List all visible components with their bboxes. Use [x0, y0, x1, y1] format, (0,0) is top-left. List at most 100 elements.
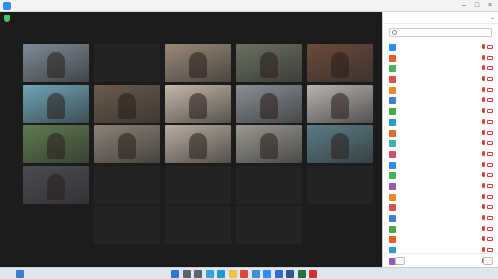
video-tile[interactable]: [94, 125, 160, 163]
participant-row[interactable]: [383, 95, 498, 106]
excel-icon[interactable]: [297, 270, 306, 278]
mic-muted-icon[interactable]: [482, 86, 485, 92]
chrome-icon[interactable]: [240, 270, 248, 278]
mic-muted-icon[interactable]: [482, 118, 485, 124]
video-tile[interactable]: [23, 84, 89, 123]
weather-widget-icon[interactable]: [16, 270, 24, 278]
video-off-icon[interactable]: [487, 194, 493, 199]
video-off-icon[interactable]: [487, 162, 493, 167]
edge-icon[interactable]: [217, 270, 225, 278]
invite-button[interactable]: [395, 257, 405, 265]
video-off-icon[interactable]: [487, 130, 493, 135]
video-off-icon[interactable]: [487, 45, 493, 49]
video-off-icon[interactable]: [487, 216, 493, 220]
shield-icon[interactable]: [4, 15, 10, 22]
participant-row[interactable]: [383, 234, 498, 245]
video-off-icon[interactable]: [487, 248, 493, 253]
video-tile[interactable]: [23, 125, 89, 163]
mic-muted-icon[interactable]: [482, 150, 485, 156]
maximize-icon[interactable]: □: [471, 1, 483, 11]
video-tile[interactable]: [236, 165, 302, 204]
mic-muted-icon[interactable]: [482, 247, 485, 253]
participant-row[interactable]: [383, 160, 498, 171]
store-icon[interactable]: [251, 270, 260, 278]
participant-row[interactable]: [383, 224, 498, 235]
video-off-icon[interactable]: [487, 141, 493, 146]
mail-icon[interactable]: [274, 270, 283, 278]
word-icon[interactable]: [286, 270, 294, 278]
close-icon[interactable]: ×: [484, 1, 496, 11]
video-off-icon[interactable]: [487, 66, 493, 71]
participant-row[interactable]: [383, 128, 498, 139]
mic-muted-icon[interactable]: [482, 172, 485, 178]
video-off-icon[interactable]: [487, 151, 493, 156]
video-tile[interactable]: [165, 44, 231, 82]
participant-row[interactable]: [383, 117, 498, 128]
video-tile[interactable]: [236, 44, 302, 82]
video-tile[interactable]: [236, 206, 302, 244]
mic-muted-icon[interactable]: [482, 225, 485, 231]
zoom-icon[interactable]: [263, 270, 271, 278]
mic-muted-icon[interactable]: [482, 129, 485, 135]
mute-all-button[interactable]: [483, 257, 493, 265]
participant-row[interactable]: [383, 106, 498, 117]
mic-muted-icon[interactable]: [482, 236, 485, 242]
video-off-icon[interactable]: [487, 237, 493, 242]
mic-muted-icon[interactable]: [482, 44, 485, 49]
mic-muted-icon[interactable]: [482, 215, 485, 220]
mic-muted-icon[interactable]: [482, 76, 485, 82]
participant-row[interactable]: [383, 42, 498, 53]
video-tile[interactable]: [236, 125, 302, 163]
video-tile[interactable]: [94, 165, 160, 204]
video-tile[interactable]: [23, 44, 89, 82]
video-tile[interactable]: [165, 125, 231, 163]
minimize-icon[interactable]: –: [458, 1, 470, 11]
video-tile[interactable]: [94, 44, 160, 82]
search-input[interactable]: [399, 29, 489, 36]
participant-row[interactable]: [383, 74, 498, 85]
participant-row[interactable]: [383, 85, 498, 96]
video-off-icon[interactable]: [487, 109, 493, 114]
participant-row[interactable]: [383, 202, 498, 213]
participant-row[interactable]: [383, 63, 498, 74]
video-tile[interactable]: [94, 206, 160, 244]
video-tile[interactable]: [165, 165, 231, 204]
video-off-icon[interactable]: [487, 87, 493, 92]
video-tile[interactable]: [307, 84, 373, 123]
video-tile[interactable]: [165, 206, 231, 244]
participant-row[interactable]: [383, 170, 498, 181]
mic-muted-icon[interactable]: [482, 193, 485, 199]
video-off-icon[interactable]: [487, 55, 493, 60]
mic-muted-icon[interactable]: [482, 204, 485, 210]
mic-muted-icon[interactable]: [482, 108, 485, 114]
video-off-icon[interactable]: [487, 205, 493, 210]
participant-row[interactable]: [383, 181, 498, 192]
start-icon[interactable]: [171, 270, 179, 278]
participant-row[interactable]: [383, 192, 498, 203]
mic-muted-icon[interactable]: [482, 65, 485, 71]
video-off-icon[interactable]: [487, 173, 493, 178]
video-off-icon[interactable]: [487, 77, 493, 82]
video-off-icon[interactable]: [487, 119, 493, 124]
participant-row[interactable]: [383, 53, 498, 64]
video-off-icon[interactable]: [487, 183, 493, 188]
mic-muted-icon[interactable]: [482, 182, 485, 188]
pdf-icon[interactable]: [309, 270, 317, 278]
mic-muted-icon[interactable]: [482, 54, 485, 60]
video-tile[interactable]: [236, 84, 302, 123]
video-tile[interactable]: [307, 125, 373, 163]
participants-search[interactable]: [389, 28, 492, 37]
video-off-icon[interactable]: [487, 98, 493, 103]
video-tile[interactable]: [23, 165, 89, 204]
video-off-icon[interactable]: [487, 226, 493, 231]
task-view-icon[interactable]: [194, 270, 202, 278]
mic-muted-icon[interactable]: [482, 161, 485, 167]
participant-row[interactable]: [383, 149, 498, 160]
file-explorer-icon[interactable]: [228, 270, 237, 278]
video-tile[interactable]: [307, 165, 373, 204]
chevron-down-icon[interactable]: ⌄: [490, 12, 495, 24]
participant-row[interactable]: [383, 138, 498, 149]
participant-row[interactable]: [383, 213, 498, 224]
video-tile[interactable]: [165, 84, 231, 123]
video-tile[interactable]: [307, 44, 373, 82]
